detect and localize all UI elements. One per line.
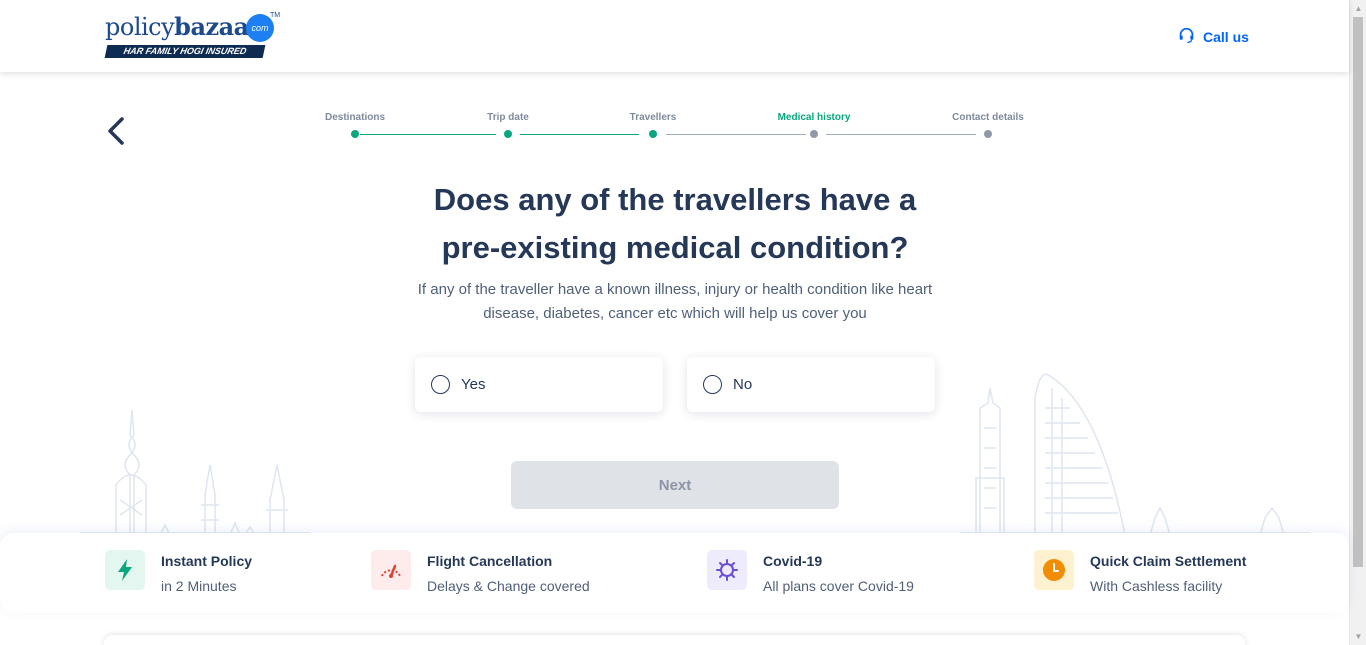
feature-title: Quick Claim Settlement — [1090, 553, 1247, 569]
right-skyline-illustration — [960, 373, 1310, 535]
next-button[interactable]: Next — [511, 461, 839, 509]
feature-flight-cancellation: Flight Cancellation Delays & Change cove… — [371, 550, 590, 594]
step-travellers-dot — [649, 130, 657, 138]
flight-cancel-icon — [371, 550, 411, 590]
step-contact-details-label: Contact details — [952, 112, 1024, 123]
step-connector — [666, 134, 806, 135]
virus-icon — [707, 550, 747, 590]
chevron-left-icon — [108, 117, 124, 145]
feature-covid: Covid-19 All plans cover Covid-19 — [707, 550, 914, 594]
radio-button[interactable] — [703, 375, 722, 394]
logo-wordmark: policybazaar — [105, 12, 261, 41]
subtext-line: If any of the traveller have a known ill… — [417, 281, 933, 298]
feature-quick-claim: Quick Claim Settlement With Cashless fac… — [1034, 550, 1246, 594]
feature-title: Covid-19 — [763, 553, 823, 569]
question-line: Does any of the travellers have a — [433, 182, 917, 217]
feature-title: Instant Policy — [161, 553, 253, 569]
back-button[interactable] — [104, 116, 128, 148]
call-us-label: Call us — [1203, 29, 1249, 45]
question-heading: Does any of the travellers have a pre-ex… — [383, 176, 967, 272]
option-no[interactable]: No — [687, 357, 935, 412]
call-us-link[interactable]: Call us — [1178, 27, 1249, 47]
option-yes-label: Yes — [461, 376, 486, 393]
left-skyline-illustration — [80, 409, 310, 535]
step-connector — [520, 134, 639, 135]
scroll-up-arrow-icon[interactable]: ▲ — [1350, 0, 1366, 17]
top-header: policybazaar com TM HAR FAMILY HOGI INSU… — [0, 0, 1349, 72]
option-yes[interactable]: Yes — [415, 357, 663, 412]
step-destinations-label: Destinations — [324, 112, 386, 123]
features-bar: Instant Policy in 2 Minutes Flight Cance… — [0, 533, 1349, 613]
step-trip-date-label: Trip date — [487, 112, 529, 123]
step-medical-history-label: Medical history — [777, 112, 851, 123]
progress-stepper: Destinations Trip date Travellers Medica… — [300, 112, 1060, 142]
step-trip-date-dot — [504, 130, 512, 138]
lightning-icon — [105, 550, 145, 590]
feature-instant-policy: Instant Policy in 2 Minutes — [105, 550, 252, 594]
bottom-content-card — [104, 635, 1245, 645]
feature-subtitle: in 2 Minutes — [161, 578, 237, 594]
feature-subtitle: All plans cover Covid-19 — [763, 578, 914, 594]
logo-trademark: TM — [270, 12, 281, 19]
page-scrollbar[interactable]: ▲ ▼ — [1349, 0, 1366, 645]
clock-icon — [1034, 550, 1074, 590]
feature-title: Flight Cancellation — [427, 553, 553, 569]
question-line: pre-existing medical condition? — [441, 230, 909, 265]
step-contact-details-dot — [984, 130, 992, 138]
feature-subtitle: Delays & Change covered — [427, 578, 590, 594]
logo-tagline: HAR FAMILY HOGI INSURED — [104, 45, 266, 58]
step-travellers-label: Travellers — [629, 112, 677, 123]
subtext-line: disease, diabetes, cancer etc which will… — [483, 305, 867, 322]
headset-icon — [1178, 27, 1195, 47]
step-destinations-dot — [351, 130, 359, 138]
scroll-down-arrow-icon[interactable]: ▼ — [1350, 628, 1366, 645]
policybazaar-logo[interactable]: policybazaar com TM HAR FAMILY HOGI INSU… — [104, 12, 281, 60]
scroll-thumb[interactable] — [1353, 17, 1363, 567]
radio-button[interactable] — [431, 375, 450, 394]
step-medical-history-dot — [810, 130, 818, 138]
step-connector — [826, 134, 976, 135]
option-no-label: No — [733, 376, 753, 393]
question-subtext: If any of the traveller have a known ill… — [383, 278, 967, 326]
step-connector — [360, 134, 496, 135]
feature-subtitle: With Cashless facility — [1090, 578, 1223, 594]
